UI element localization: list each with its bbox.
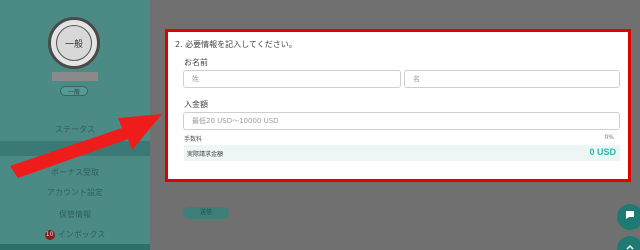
sidebar-item-label: 保管情報: [59, 210, 91, 219]
chat-button[interactable]: [617, 204, 640, 230]
last-name-field[interactable]: 姓: [183, 70, 401, 88]
sidebar: 一般 一般 ステータス ボーナス受取 アカウント設定 保管情報 10 インボックス: [0, 0, 150, 250]
total-label: 実際請求金額: [187, 151, 224, 158]
avatar: 一般: [48, 17, 100, 69]
name-label: お名前: [184, 58, 208, 67]
sidebar-item-active[interactable]: [0, 141, 150, 156]
deposit-form-card: 2. 必要情報を記入してください。 お名前 姓 名 入金額 最低20 USD〜1…: [165, 29, 631, 182]
chat-icon: [624, 208, 636, 226]
sidebar-item-inbox[interactable]: 10 インボックス: [0, 229, 150, 240]
avatar-rank-text: 一般: [56, 25, 92, 61]
user-name-redacted: [52, 72, 98, 81]
sidebar-item-status[interactable]: ステータス: [0, 124, 150, 135]
sidebar-item-label: ステータス: [55, 125, 95, 134]
sidebar-item-label: インボックス: [57, 230, 106, 239]
inbox-count-badge: 10: [44, 229, 55, 240]
total-value: 0 USD: [589, 147, 616, 157]
sidebar-item-bonus[interactable]: ボーナス受取: [0, 167, 150, 178]
fee-label: 手数料: [184, 136, 203, 143]
sidebar-item-account-settings[interactable]: アカウント設定: [0, 187, 150, 198]
sidebar-bottom-bar: [0, 244, 150, 250]
step-title: 2. 必要情報を記入してください。: [175, 40, 297, 49]
chevron-up-icon: [625, 240, 635, 250]
fee-value: 0%: [604, 134, 614, 141]
amount-label: 入金額: [184, 100, 208, 109]
fee-row: 手数料 0%: [184, 134, 618, 144]
rank-badge: 一般: [60, 86, 88, 96]
sidebar-item-label: ボーナス受取: [51, 168, 99, 177]
sidebar-item-label: アカウント設定: [47, 188, 103, 197]
submit-button[interactable]: 送信: [183, 207, 229, 219]
first-name-field[interactable]: 名: [404, 70, 620, 88]
sidebar-item-storage[interactable]: 保管情報: [0, 209, 150, 220]
amount-field[interactable]: 最低20 USD〜10000 USD: [183, 112, 620, 130]
total-row: 実際請求金額 0 USD: [184, 145, 620, 161]
